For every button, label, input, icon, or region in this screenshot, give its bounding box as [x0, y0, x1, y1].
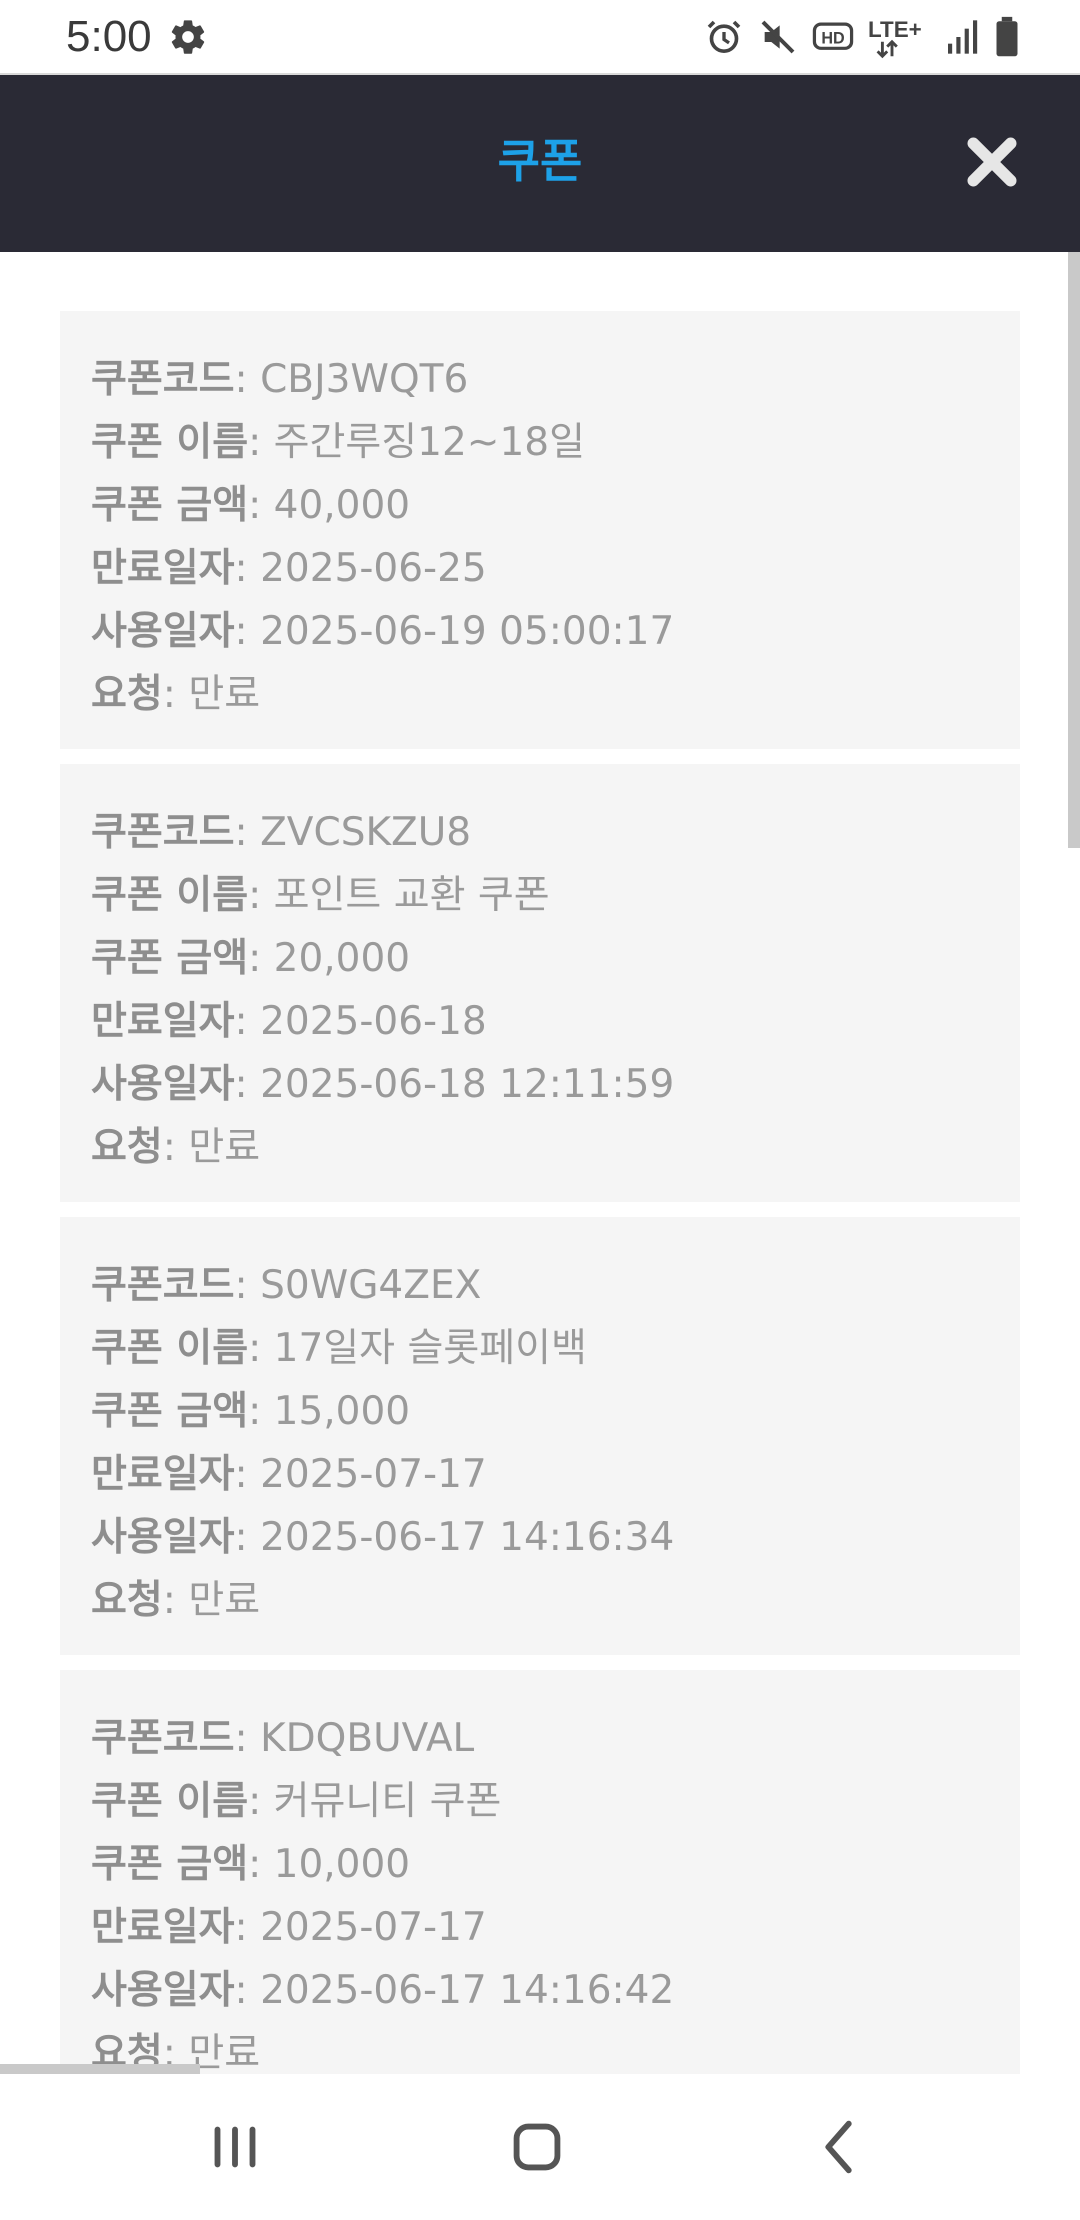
status-time: 5:00	[66, 12, 152, 61]
coupon-amount: 40,000	[273, 483, 411, 528]
status-bar: 5:00 HD LTE+	[0, 0, 1080, 75]
coupon-used: 2025-06-17 14:16:34	[260, 1515, 675, 1560]
coupon-expiry-row: 만료일자: 2025-06-18	[91, 999, 487, 1044]
coupon-code-row: 쿠폰코드: CBJ3WQT6	[91, 357, 469, 402]
coupon-expiry: 2025-06-18	[260, 999, 487, 1044]
coupon-used-row: 사용일자: 2025-06-17 14:16:42	[91, 1968, 675, 2013]
coupon-name-row: 쿠폰 이름: 커뮤니티 쿠폰	[91, 1779, 502, 1824]
coupon-used-row: 사용일자: 2025-06-19 05:00:17	[91, 609, 675, 654]
coupon-card: 쿠폰코드: ZVCSKZU8 쿠폰 이름: 포인트 교환 쿠폰 쿠폰 금액: 2…	[60, 764, 1020, 1202]
coupon-name: 17일자 슬롯페이백	[273, 1326, 587, 1371]
coupon-amount-row: 쿠폰 금액: 10,000	[91, 1842, 411, 1887]
close-icon[interactable]	[964, 134, 1020, 190]
coupon-used: 2025-06-18 12:11:59	[260, 1062, 675, 1107]
svg-text:LTE+: LTE+	[868, 17, 922, 42]
home-icon[interactable]	[502, 2112, 572, 2182]
lte-plus-icon: LTE+	[868, 17, 922, 59]
coupon-name-row: 쿠폰 이름: 포인트 교환 쿠폰	[91, 873, 550, 918]
hd-icon: HD	[812, 22, 854, 50]
mute-icon	[761, 20, 795, 54]
alarm-icon	[707, 20, 741, 54]
coupon-name: 커뮤니티 쿠폰	[273, 1779, 502, 1824]
coupon-expiry: 2025-06-25	[260, 546, 487, 591]
coupon-amount: 15,000	[273, 1389, 411, 1434]
coupon-card: 쿠폰코드: CBJ3WQT6 쿠폰 이름: 주간루징12~18일 쿠폰 금액: …	[60, 311, 1020, 749]
coupon-name-row: 쿠폰 이름: 주간루징12~18일	[91, 420, 585, 465]
coupon-list[interactable]: 쿠폰코드: CBJ3WQT6 쿠폰 이름: 주간루징12~18일 쿠폰 금액: …	[0, 252, 1080, 2074]
coupon-code: CBJ3WQT6	[260, 357, 469, 402]
coupon-used: 2025-06-17 14:16:42	[260, 1968, 675, 2013]
coupon-card: 쿠폰코드: KDQBUVAL 쿠폰 이름: 커뮤니티 쿠폰 쿠폰 금액: 10,…	[60, 1670, 1020, 2074]
coupon-expiry-row: 만료일자: 2025-07-17	[91, 1905, 487, 1950]
coupon-expiry-row: 만료일자: 2025-07-17	[91, 1452, 487, 1497]
coupon-request-row: 요청: 만료	[91, 1125, 261, 1170]
coupon-amount: 10,000	[273, 1842, 411, 1887]
coupon-request: 만료	[188, 672, 261, 717]
coupon-expiry: 2025-07-17	[260, 1452, 487, 1497]
coupon-used: 2025-06-19 05:00:17	[260, 609, 675, 654]
battery-icon	[996, 16, 1018, 57]
coupon-header: 쿠폰	[0, 75, 1080, 252]
coupon-code: ZVCSKZU8	[260, 810, 472, 855]
page-title: 쿠폰	[497, 134, 583, 188]
coupon-code: KDQBUVAL	[260, 1716, 475, 1761]
coupon-expiry-row: 만료일자: 2025-06-25	[91, 546, 487, 591]
coupon-amount: 20,000	[273, 936, 411, 981]
coupon-request: 만료	[188, 1578, 261, 1623]
signal-icon	[948, 20, 978, 54]
coupon-name: 주간루징12~18일	[273, 420, 585, 465]
coupon-used-row: 사용일자: 2025-06-17 14:16:34	[91, 1515, 675, 1560]
coupon-used-row: 사용일자: 2025-06-18 12:11:59	[91, 1062, 675, 1107]
coupon-amount-row: 쿠폰 금액: 15,000	[91, 1389, 411, 1434]
coupon-amount-row: 쿠폰 금액: 20,000	[91, 936, 411, 981]
coupon-expiry: 2025-07-17	[260, 1905, 487, 1950]
system-nav-bar	[0, 2074, 1080, 2220]
coupon-code-row: 쿠폰코드: KDQBUVAL	[91, 1716, 475, 1761]
coupon-request-row: 요청: 만료	[91, 1578, 261, 1623]
back-icon[interactable]	[805, 2112, 875, 2182]
coupon-code-row: 쿠폰코드: ZVCSKZU8	[91, 810, 472, 855]
horizontal-scrollbar[interactable]	[0, 2064, 200, 2074]
svg-text:HD: HD	[821, 29, 844, 47]
vertical-scrollbar[interactable]	[1068, 252, 1080, 848]
coupon-code: S0WG4ZEX	[260, 1263, 482, 1308]
gear-icon	[171, 20, 205, 54]
coupon-name-row: 쿠폰 이름: 17일자 슬롯페이백	[91, 1326, 587, 1371]
coupon-card: 쿠폰코드: S0WG4ZEX 쿠폰 이름: 17일자 슬롯페이백 쿠폰 금액: …	[60, 1217, 1020, 1655]
coupon-amount-row: 쿠폰 금액: 40,000	[91, 483, 411, 528]
coupon-request-row: 요청: 만료	[91, 672, 261, 717]
coupon-request: 만료	[188, 1125, 261, 1170]
recent-apps-icon[interactable]	[200, 2112, 270, 2182]
coupon-name: 포인트 교환 쿠폰	[273, 873, 550, 918]
coupon-code-row: 쿠폰코드: S0WG4ZEX	[91, 1263, 482, 1308]
